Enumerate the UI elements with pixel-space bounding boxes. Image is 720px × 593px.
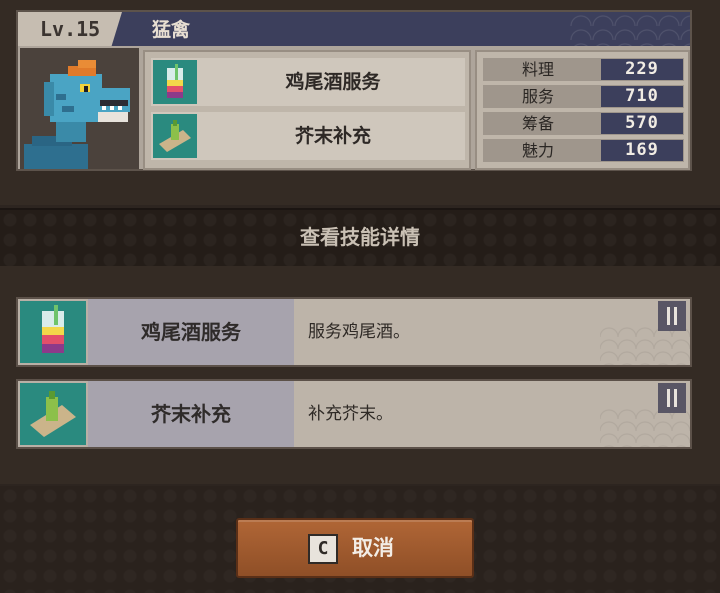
stat-cooking: 料理 229 bbox=[483, 58, 684, 81]
character-avatar bbox=[20, 48, 139, 169]
stat-value: 710 bbox=[601, 86, 683, 107]
character-name: 猛禽 bbox=[152, 19, 191, 41]
skill-preview-cocktail[interactable]: 鸡尾酒服务 bbox=[151, 58, 465, 106]
stat-label: 魅力 bbox=[521, 141, 554, 160]
wasabi-icon bbox=[153, 114, 197, 158]
stat-label: 服务 bbox=[521, 87, 554, 106]
skills-preview: 鸡尾酒服务 芥末补充 bbox=[143, 50, 471, 170]
utensils-icon bbox=[658, 301, 686, 331]
wave-pattern bbox=[570, 12, 690, 46]
wasabi-icon bbox=[20, 383, 86, 445]
skill-name: 芥末补充 bbox=[88, 381, 294, 447]
stat-value: 229 bbox=[601, 59, 683, 80]
skill-detail-wasabi[interactable]: 芥末补充 补充芥末。 bbox=[16, 379, 692, 449]
cancel-button[interactable]: C 取消 bbox=[236, 518, 474, 578]
stat-label: 筹备 bbox=[521, 114, 554, 133]
character-card: Lv.15 猛禽 鸡尾酒服务 芥末补充 料理 229 服务 710 筹备 570… bbox=[16, 10, 692, 171]
card-header: Lv.15 猛禽 bbox=[18, 12, 690, 46]
wave-pattern bbox=[600, 407, 690, 447]
keyboard-c-icon: C bbox=[308, 534, 338, 564]
stat-service: 服务 710 bbox=[483, 85, 684, 108]
wave-pattern bbox=[600, 325, 690, 365]
cocktail-icon bbox=[20, 301, 86, 363]
skill-preview-label: 鸡尾酒服务 bbox=[285, 71, 381, 93]
stat-value: 169 bbox=[601, 140, 683, 161]
skill-name: 鸡尾酒服务 bbox=[88, 299, 294, 365]
stat-value: 570 bbox=[601, 113, 683, 134]
skill-preview-wasabi[interactable]: 芥末补充 bbox=[151, 112, 465, 160]
stat-charm: 魅力 169 bbox=[483, 139, 684, 162]
raptor-avatar-icon bbox=[20, 48, 139, 169]
stat-label: 料理 bbox=[521, 60, 554, 79]
skill-detail-cocktail[interactable]: 鸡尾酒服务 服务鸡尾酒。 bbox=[16, 297, 692, 367]
cancel-label: 取消 bbox=[352, 536, 394, 560]
utensils-icon bbox=[658, 383, 686, 413]
cocktail-icon bbox=[153, 60, 197, 104]
skill-preview-label: 芥末补充 bbox=[294, 125, 371, 147]
stat-preparation: 筹备 570 bbox=[483, 112, 684, 135]
section-title: 查看技能详情 bbox=[300, 225, 420, 249]
stats-panel: 料理 229 服务 710 筹备 570 魅力 169 bbox=[475, 50, 690, 170]
level-badge: Lv.15 bbox=[18, 12, 122, 46]
